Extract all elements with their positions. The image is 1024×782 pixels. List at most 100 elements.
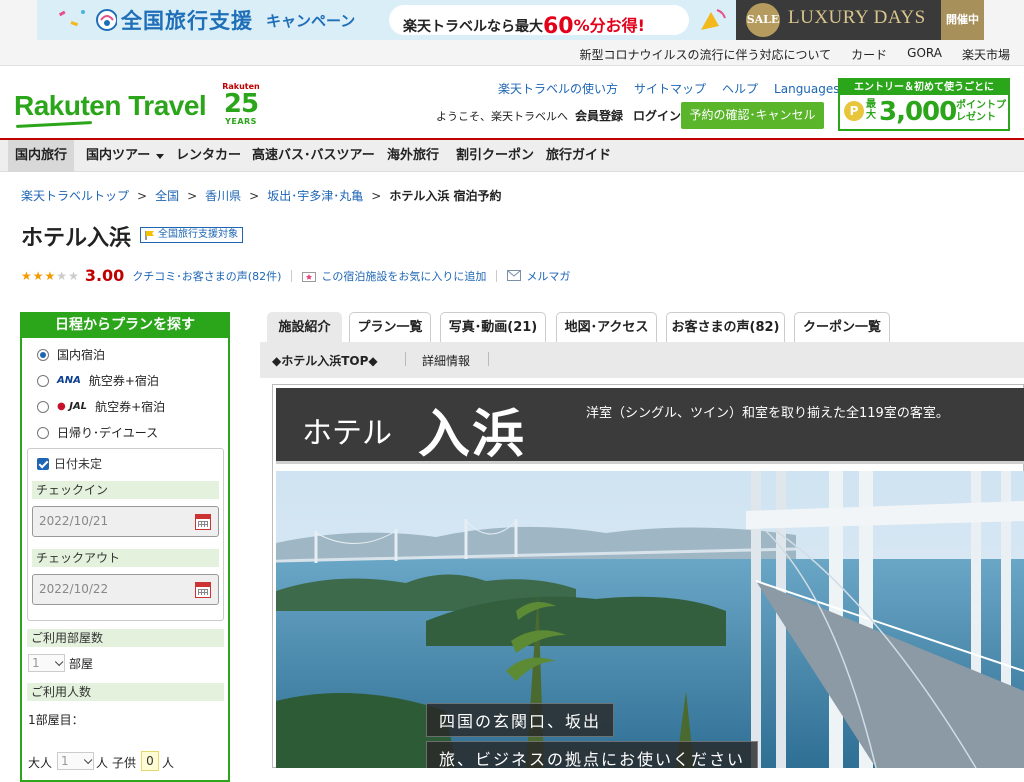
option-dayuse[interactable]: 日帰り･デイユース bbox=[37, 424, 158, 441]
favorite-link-label: この宿泊施設をお気に入りに追加 bbox=[321, 269, 487, 283]
breadcrumb-current: ホテル入浜 宿泊予約 bbox=[389, 189, 502, 203]
seto-bridge-photo bbox=[276, 471, 1024, 768]
checkin-value: 2022/10/21 bbox=[39, 514, 109, 528]
checkout-value: 2022/10/22 bbox=[39, 582, 109, 596]
flag-icon bbox=[145, 230, 154, 240]
reservation-check-button[interactable]: 予約の確認･キャンセル bbox=[681, 102, 824, 129]
checkout-input[interactable]: 2022/10/22 bbox=[32, 574, 219, 605]
checkout-label: チェックアウト bbox=[32, 549, 219, 567]
nav-rentacar[interactable]: レンタカー bbox=[169, 140, 248, 172]
member-register-link[interactable]: 会員登録 bbox=[575, 107, 623, 124]
room1-label: 1部屋目： bbox=[28, 713, 84, 727]
calendar-icon[interactable] bbox=[195, 514, 211, 530]
nav-bus[interactable]: 高速バス･バスツアー bbox=[245, 140, 382, 172]
tab-overview[interactable]: 施設紹介 bbox=[267, 312, 342, 342]
top-banner: 全国旅行支援 キャンペーン 楽天トラベルなら最大60%分お得! SALE LUX… bbox=[0, 0, 1024, 40]
checkin-label: チェックイン bbox=[32, 481, 219, 499]
star-empty-icon: ★ bbox=[68, 268, 79, 283]
radio[interactable] bbox=[37, 400, 49, 413]
child-unit: 人 bbox=[162, 756, 175, 770]
campaign-word: キャンペーン bbox=[266, 12, 356, 30]
tab-map[interactable]: 地図･アクセス bbox=[556, 312, 657, 342]
confetti-icon bbox=[58, 9, 117, 31]
search-panel-title: 日程からプランを探す bbox=[20, 312, 230, 338]
point-coin-icon: P bbox=[844, 101, 864, 121]
jal-logo: ● JAL bbox=[57, 401, 87, 412]
hotel-logo-big: 入浜 bbox=[418, 404, 527, 465]
checkbox-checked[interactable] bbox=[37, 457, 49, 470]
reviews-link[interactable]: クチコミ･お客さまの声(82件) bbox=[132, 268, 281, 284]
date-undecided-label: 日付未定 bbox=[54, 457, 103, 471]
card-link[interactable]: カード bbox=[851, 46, 887, 63]
covid-info-link[interactable]: 新型コロナウイルスの流行に伴う対応について bbox=[580, 46, 832, 63]
open-badge: 開催中 bbox=[941, 0, 984, 40]
child-input[interactable]: 0 bbox=[141, 751, 159, 771]
jal-crane-icon: ● bbox=[57, 401, 66, 412]
hotel-name: ホテル入浜 bbox=[21, 226, 132, 251]
subnav-detail[interactable]: 詳細情報 bbox=[422, 352, 470, 369]
login-link[interactable]: ログイン bbox=[633, 107, 681, 124]
rating-score: 3.00 bbox=[84, 266, 125, 285]
adult-label: 大人 bbox=[28, 756, 53, 770]
calendar-icon[interactable] bbox=[195, 582, 211, 598]
chevron-down-icon bbox=[156, 153, 165, 159]
date-box: 日付未定 チェックイン 2022/10/21 チェックアウト 2022/10/2… bbox=[27, 448, 224, 621]
campaign-banner[interactable]: 全国旅行支援 キャンペーン 楽天トラベルなら最大60%分お得! bbox=[37, 0, 736, 40]
breadcrumb-top[interactable]: 楽天トラベルトップ bbox=[21, 187, 129, 204]
rooms-label: ご利用部屋数 bbox=[27, 629, 224, 647]
luxury-sale-banner[interactable]: SALE LUXURY DAYS 開催中 bbox=[736, 0, 984, 40]
pill-percent: 60 bbox=[543, 14, 574, 39]
party-popper-icon bbox=[701, 9, 726, 30]
gora-link[interactable]: GORA bbox=[907, 46, 942, 63]
option-label: 航空券+宿泊 bbox=[95, 400, 166, 414]
utility-bar: 新型コロナウイルスの流行に伴う対応について カード GORA 楽天市場 bbox=[0, 40, 1024, 66]
rakuten-travel-logo[interactable]: Rakuten Travel bbox=[14, 90, 207, 122]
nav-guide[interactable]: 旅行ガイド bbox=[539, 140, 618, 172]
hotel-tabs: 施設紹介 プラン一覧 写真･動画(21) 地図･アクセス お客さまの声(82) … bbox=[260, 312, 1024, 342]
sub-nav: ◆ホテル入浜TOP◆ 詳細情報 bbox=[260, 342, 1024, 378]
hotel-description: 洋室（シングル、ツイン）和室を取り揃えた全119室の客室。 bbox=[586, 406, 949, 421]
sitemap-link[interactable]: サイトマップ bbox=[634, 80, 706, 97]
nav-label: 国内ツアー bbox=[86, 148, 151, 163]
rooms-select[interactable]: 1 bbox=[28, 654, 65, 672]
tab-photos[interactable]: 写真･動画(21) bbox=[440, 312, 546, 342]
main-nav: 国内旅行 国内ツアー レンタカー 高速バス･バスツアー 海外旅行 割引クーポン … bbox=[0, 140, 1024, 172]
star-icon: ★ bbox=[21, 268, 32, 283]
entry-points-banner[interactable]: エントリー＆初めて使うごとに P 最大 3,000 ポイントプレゼント bbox=[838, 78, 1010, 131]
breadcrumb-separator: > bbox=[187, 188, 198, 203]
nav-domestic[interactable]: 国内旅行 bbox=[8, 140, 75, 172]
howto-link[interactable]: 楽天トラベルの使い方 bbox=[498, 80, 618, 97]
date-undecided-checkbox[interactable]: 日付未定 bbox=[37, 455, 102, 472]
nav-coupon[interactable]: 割引クーポン bbox=[449, 140, 541, 172]
hotel-hero-header: ホテル 入浜 洋室（シングル、ツイン）和室を取り揃えた全119室の客室。 bbox=[276, 388, 1024, 465]
option-label: 国内宿泊 bbox=[57, 348, 106, 362]
newsletter-link[interactable]: メルマガ bbox=[507, 268, 570, 284]
support-badge-label: 全国旅行支援対象 bbox=[158, 229, 238, 240]
ichiba-link[interactable]: 楽天市場 bbox=[962, 46, 1010, 63]
breadcrumb-kagawa[interactable]: 香川県 bbox=[205, 187, 241, 204]
help-link[interactable]: ヘルプ bbox=[722, 80, 758, 97]
breadcrumb-national[interactable]: 全国 bbox=[155, 187, 179, 204]
tab-reviews[interactable]: お客さまの声(82) bbox=[666, 312, 785, 342]
option-jal[interactable]: ● JAL 航空券+宿泊 bbox=[37, 398, 165, 415]
nav-domestic-tour[interactable]: 国内ツアー bbox=[79, 140, 171, 172]
tab-plans[interactable]: プラン一覧 bbox=[349, 312, 431, 342]
adult-select[interactable]: 1 bbox=[57, 752, 94, 770]
star-empty-icon: ★ bbox=[56, 268, 68, 283]
option-ana[interactable]: ANA 航空券+宿泊 bbox=[37, 372, 159, 389]
radio-checked[interactable] bbox=[37, 348, 49, 361]
option-domestic[interactable]: 国内宿泊 bbox=[37, 346, 105, 363]
ana-logo: ANA bbox=[57, 375, 81, 386]
nav-overseas[interactable]: 海外旅行 bbox=[380, 140, 446, 172]
hotel-logo-small: ホテル bbox=[302, 416, 392, 451]
radio[interactable] bbox=[37, 426, 49, 439]
checkin-input[interactable]: 2022/10/21 bbox=[32, 506, 219, 537]
favorite-link[interactable]: この宿泊施設をお気に入りに追加 bbox=[302, 268, 486, 284]
breadcrumb-area[interactable]: 坂出･宇多津･丸亀 bbox=[267, 187, 363, 204]
breadcrumb-separator: > bbox=[371, 188, 382, 203]
logo-swoosh bbox=[15, 121, 93, 128]
anniv-years: YEARS bbox=[225, 117, 257, 126]
subnav-top[interactable]: ◆ホテル入浜TOP◆ bbox=[272, 352, 378, 369]
radio[interactable] bbox=[37, 374, 49, 387]
tab-coupons[interactable]: クーポン一覧 bbox=[794, 312, 890, 342]
